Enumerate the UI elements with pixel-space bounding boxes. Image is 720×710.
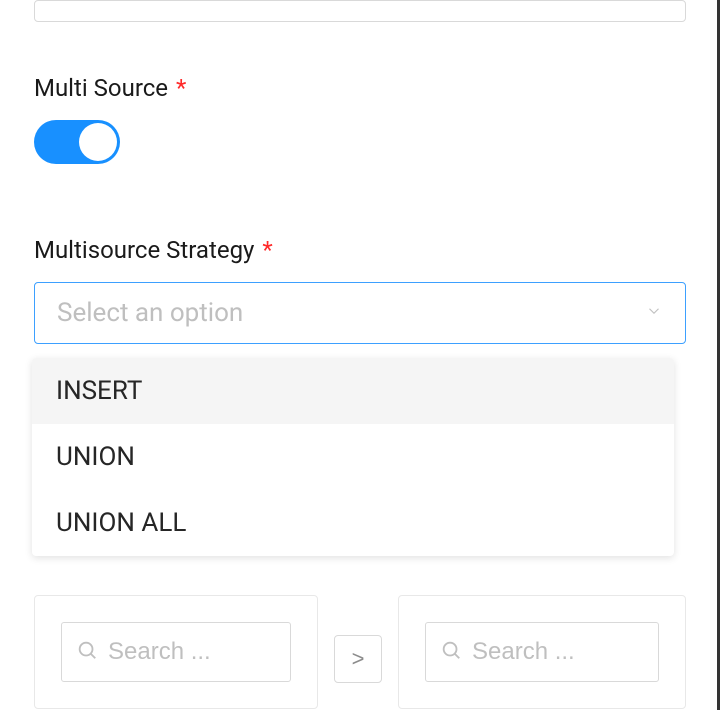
chevron-right-icon: >	[352, 646, 365, 672]
dropdown-option-insert[interactable]: INSERT	[32, 358, 674, 424]
multisource-strategy-select[interactable]: Select an option	[34, 282, 686, 344]
label-text: Multisource Strategy	[34, 236, 254, 264]
chevron-down-icon	[645, 302, 663, 324]
search-icon	[76, 639, 98, 665]
move-right-button[interactable]: >	[334, 635, 382, 683]
multi-source-toggle[interactable]	[34, 120, 120, 164]
left-search-input[interactable]	[108, 638, 276, 666]
transfer-area: >	[34, 595, 686, 709]
multi-source-label: Multi Source *	[34, 74, 686, 102]
multisource-strategy-label: Multisource Strategy *	[34, 236, 686, 264]
dropdown-option-union-all[interactable]: UNION ALL	[32, 490, 674, 556]
right-search-input[interactable]	[472, 638, 644, 666]
required-asterisk: *	[176, 74, 186, 102]
left-search-box[interactable]	[61, 622, 291, 682]
text-input-partial[interactable]	[34, 0, 686, 22]
select-placeholder: Select an option	[57, 298, 243, 328]
required-asterisk: *	[262, 236, 272, 264]
transfer-buttons: >	[334, 595, 382, 683]
multisource-strategy-dropdown: INSERT UNION UNION ALL	[32, 358, 674, 556]
transfer-panel-left	[34, 595, 318, 709]
toggle-knob	[79, 123, 117, 161]
dropdown-option-union[interactable]: UNION	[32, 424, 674, 490]
label-text: Multi Source	[34, 74, 168, 102]
right-search-box[interactable]	[425, 622, 659, 682]
transfer-panel-right	[398, 595, 686, 709]
search-icon	[440, 639, 462, 665]
